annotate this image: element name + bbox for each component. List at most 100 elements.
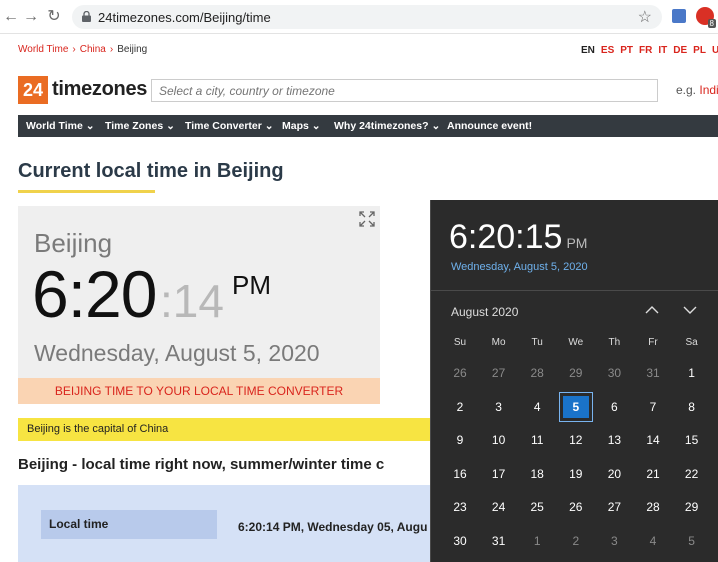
nav-world-time[interactable]: World Time ⌄ xyxy=(26,120,95,132)
nav-label: Time Converter xyxy=(185,120,262,132)
address-bar[interactable]: 24timezones.com/Beijing/time ☆ xyxy=(72,5,662,29)
main-nav: World Time ⌄ Time Zones ⌄ Time Converter… xyxy=(18,115,718,137)
calendar-day[interactable]: 25 xyxy=(518,492,556,522)
calendar-day[interactable]: 3 xyxy=(480,392,518,422)
calendar-day[interactable]: 29 xyxy=(673,492,711,522)
url-text: 24timezones.com/Beijing/time xyxy=(98,10,271,25)
reload-icon[interactable]: ↻ xyxy=(45,8,63,26)
chevron-down-icon: ⌄ xyxy=(311,120,321,132)
lang-es[interactable]: ES xyxy=(601,45,614,56)
chevron-down-icon: ⌄ xyxy=(85,120,95,132)
calendar-day[interactable]: 30 xyxy=(441,526,479,556)
flyout-clock: 6:20:15 PM xyxy=(449,218,587,257)
lang-de[interactable]: DE xyxy=(673,45,687,56)
weekday-header: Tu xyxy=(531,337,543,348)
search-example-label: e.g. xyxy=(676,83,697,97)
flyout-date-link[interactable]: Wednesday, August 5, 2020 xyxy=(451,261,588,273)
calendar-day[interactable]: 2 xyxy=(557,526,595,556)
calendar-day[interactable]: 5 xyxy=(558,391,593,422)
lang-it[interactable]: IT xyxy=(658,45,667,56)
translate-extension-icon[interactable] xyxy=(672,9,686,23)
calendar-day[interactable]: 17 xyxy=(480,459,518,489)
calendar-day[interactable]: 19 xyxy=(557,459,595,489)
lang-pt[interactable]: PT xyxy=(620,45,633,56)
breadcrumb-china[interactable]: China xyxy=(80,44,106,55)
breadcrumb-beijing: Beijing xyxy=(117,44,148,55)
clock-date: Wednesday, August 5, 2020 xyxy=(34,340,320,366)
lang-uk[interactable]: UK xyxy=(712,45,718,56)
calendar-day[interactable]: 4 xyxy=(518,392,556,422)
flyout-time: 6:20:15 xyxy=(449,218,563,256)
forward-icon[interactable]: → xyxy=(22,8,40,26)
back-icon[interactable]: ← xyxy=(2,8,20,26)
lang-fr[interactable]: FR xyxy=(639,45,652,56)
calendar-day[interactable]: 1 xyxy=(518,526,556,556)
calendar-day[interactable]: 21 xyxy=(634,459,672,489)
chevron-down-icon: ⌄ xyxy=(264,120,274,132)
flyout-month-label[interactable]: August 2020 xyxy=(451,305,518,319)
calendar-day[interactable]: 26 xyxy=(557,492,595,522)
extension-icon[interactable]: 8 xyxy=(696,7,716,28)
capital-note: Beijing is the capital of China xyxy=(18,418,438,441)
calendar-day[interactable]: 24 xyxy=(480,492,518,522)
calendar-day[interactable]: 29 xyxy=(557,358,595,388)
calendar-day[interactable]: 5 xyxy=(673,526,711,556)
nav-time-converter[interactable]: Time Converter ⌄ xyxy=(185,120,274,132)
calendar-day[interactable]: 1 xyxy=(673,358,711,388)
calendar-day[interactable]: 18 xyxy=(518,459,556,489)
clock-city: Beijing xyxy=(34,228,113,258)
fullscreen-icon[interactable] xyxy=(359,211,375,227)
calendar-day[interactable]: 26 xyxy=(441,358,479,388)
nav-announce-event[interactable]: Announce event! xyxy=(447,120,532,132)
calendar-day[interactable]: 15 xyxy=(673,425,711,455)
calendar-day[interactable]: 28 xyxy=(634,492,672,522)
calendar-day[interactable]: 14 xyxy=(634,425,672,455)
calendar-day[interactable]: 2 xyxy=(441,392,479,422)
calendar-day[interactable]: 4 xyxy=(634,526,672,556)
calendar-day[interactable]: 16 xyxy=(441,459,479,489)
calendar-day[interactable]: 10 xyxy=(480,425,518,455)
clock-seconds: :14 xyxy=(160,275,224,327)
calendar-day[interactable]: 27 xyxy=(480,358,518,388)
calendar-day[interactable]: 7 xyxy=(634,392,672,422)
nav-label: Time Zones xyxy=(105,120,164,132)
calendar-day[interactable]: 30 xyxy=(595,358,633,388)
city-search-input[interactable] xyxy=(152,80,657,101)
calendar-day[interactable]: 22 xyxy=(673,459,711,489)
weekday-header: We xyxy=(568,337,584,348)
calendar-day[interactable]: 13 xyxy=(595,425,633,455)
nav-time-zones[interactable]: Time Zones ⌄ xyxy=(105,120,175,132)
calendar-day[interactable]: 8 xyxy=(673,392,711,422)
city-search[interactable] xyxy=(151,79,658,102)
time-converter-link[interactable]: BEIJING TIME TO YOUR LOCAL TIME CONVERTE… xyxy=(18,378,380,404)
nav-why-24timezones[interactable]: Why 24timezones? ⌄ xyxy=(334,120,440,132)
calendar-day[interactable]: 11 xyxy=(518,425,556,455)
calendar-day[interactable]: 6 xyxy=(595,392,633,422)
lang-en[interactable]: EN xyxy=(581,45,595,56)
chevron-down-icon[interactable] xyxy=(683,305,697,315)
flyout-ampm: PM xyxy=(566,235,588,251)
nav-maps[interactable]: Maps ⌄ xyxy=(282,120,321,132)
search-example-link[interactable]: India xyxy=(699,83,718,97)
breadcrumb-world-time[interactable]: World Time xyxy=(18,44,68,55)
lang-pl[interactable]: PL xyxy=(693,45,706,56)
weekday-header: Sa xyxy=(685,337,698,348)
nav-label: Why 24timezones? xyxy=(334,120,429,132)
calendar-day[interactable]: 28 xyxy=(518,358,556,388)
calendar-day[interactable]: 9 xyxy=(441,425,479,455)
logo-badge[interactable]: 24 xyxy=(18,76,48,104)
calendar-day[interactable]: 20 xyxy=(595,459,633,489)
calendar-day[interactable]: 23 xyxy=(441,492,479,522)
calendar-day[interactable]: 31 xyxy=(480,526,518,556)
chevron-up-icon[interactable] xyxy=(645,305,659,315)
logo-text[interactable]: timezones xyxy=(52,78,147,101)
calendar-day[interactable]: 31 xyxy=(634,358,672,388)
calendar-day[interactable]: 3 xyxy=(595,526,633,556)
calendar-day[interactable]: 12 xyxy=(557,425,595,455)
clock-ampm: PM xyxy=(232,270,271,300)
search-example: e.g. India xyxy=(676,83,718,97)
bookmark-star-icon[interactable]: ☆ xyxy=(638,7,652,27)
weekday-header: Su xyxy=(453,337,467,348)
calendar-day[interactable]: 27 xyxy=(595,492,633,522)
weekday-header: Fr xyxy=(648,337,658,348)
